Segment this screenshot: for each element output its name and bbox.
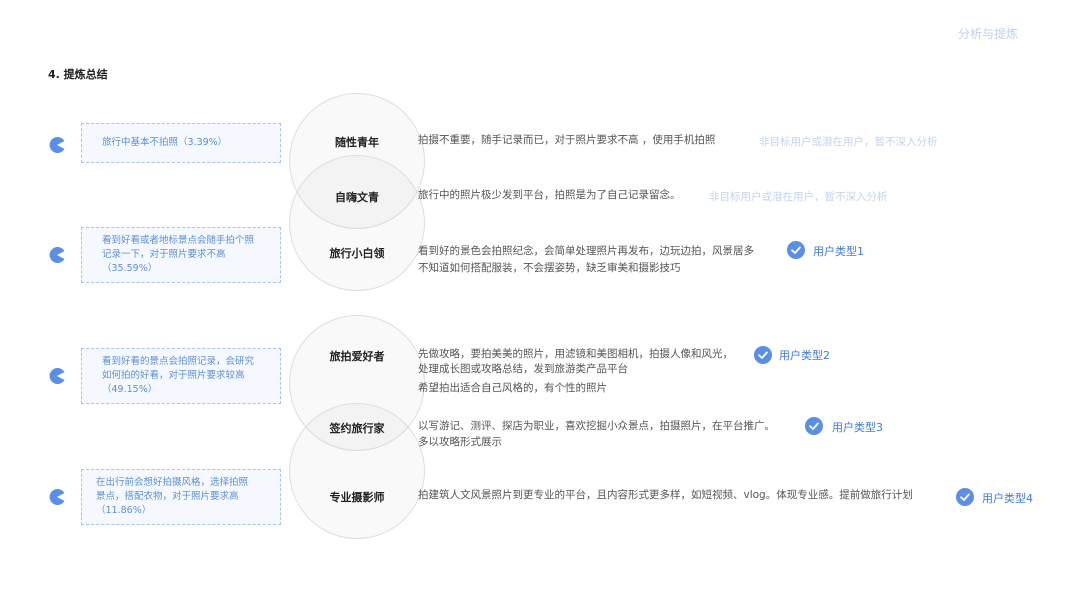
callout-line: （11.86%）: [96, 505, 152, 516]
user-type-label: 用户类型3: [832, 421, 883, 434]
pacman-icon: [49, 137, 65, 153]
category-random-youth: 随性青年: [335, 136, 379, 149]
category-travel-lover: 旅拍爱好者: [329, 350, 385, 363]
check-circle-icon: [754, 346, 772, 364]
callout-line: 看到好看或者地标景点会随手拍个照: [102, 235, 255, 246]
callout-line: 看到好看的景点会拍照记录，会研究: [102, 356, 255, 367]
non-target-note: 非目标用户或潜在用户，暂不深入分析: [709, 191, 888, 203]
description-line: 拍建筑人文风景照片到更专业的平台，且内容形式更多样，如短视频、vlog。体现专业…: [418, 489, 913, 501]
user-type-label: 用户类型4: [982, 492, 1033, 505]
callout-line: 景点，搭配衣物，对于照片要求高: [96, 491, 239, 502]
callout-careful-photo: 看到好看的景点会拍照记录，会研究 如何拍的好看，对于照片要求较高 （49.15%…: [81, 348, 281, 404]
callout-line: 旅行中基本不拍照（3.39%）: [102, 137, 228, 148]
description-line: 多以攻略形式展示: [418, 436, 502, 448]
category-signed-traveler: 签约旅行家: [329, 422, 385, 435]
callout-line: 记录一下，对于照片要求不高: [102, 249, 226, 260]
callout-line: （35.59%）: [102, 263, 158, 274]
callout-line: 如何拍的好看，对于照片要求较高: [102, 370, 245, 381]
category-self-artsy: 自嗨文青: [335, 191, 379, 204]
description-line: 不知道如何搭配服装，不会摆姿势，缺乏审美和摄影技巧: [418, 262, 681, 274]
user-type-label: 用户类型1: [813, 245, 864, 258]
page-title: 4. 提炼总结: [48, 68, 108, 81]
section-tag: 分析与提炼: [958, 27, 1019, 41]
category-travel-white-collar: 旅行小白领: [329, 247, 385, 260]
description-line: 拍摄不重要，随手记录而已，对于照片要求不高 ，使用手机拍照: [418, 134, 716, 146]
callout-rarely-photo: 旅行中基本不拍照（3.39%）: [81, 123, 281, 163]
check-circle-icon: [956, 488, 974, 506]
callout-line: （49.15%）: [102, 384, 158, 395]
pacman-icon: [49, 368, 65, 384]
check-circle-icon: [805, 417, 823, 435]
pacman-icon: [49, 489, 65, 505]
description-line: 处理成长图或攻略总结，发到旅游类产品平台: [418, 363, 628, 375]
description-line: 希望拍出适合自己风格的，有个性的照片: [418, 382, 607, 394]
check-circle-icon: [787, 241, 805, 259]
callout-line: 在出行前会想好拍摄风格，选择拍照: [96, 477, 249, 488]
description-line: 看到好的景色会拍照纪念，会简单处理照片再发布，边玩边拍，风景居多: [418, 245, 754, 257]
non-target-note: 非目标用户或潜在用户，暂不深入分析: [759, 136, 938, 148]
category-pro-photographer: 专业摄影师: [329, 491, 385, 504]
circle-self-artsy: [289, 155, 425, 291]
callout-planned-photo: 在出行前会想好拍摄风格，选择拍照 景点，搭配衣物，对于照片要求高 （11.86%…: [81, 469, 281, 525]
description-line: 以写游记、测评、探店为职业，喜欢挖掘小众景点，拍摄照片，在平台推广。: [418, 420, 775, 432]
description-line: 旅行中的照片极少发到平台，拍照是为了自己记录留念。: [418, 189, 681, 201]
callout-casual-photo: 看到好看或者地标景点会随手拍个照 记录一下，对于照片要求不高 （35.59%）: [81, 227, 281, 283]
pacman-icon: [49, 247, 65, 263]
user-type-label: 用户类型2: [779, 349, 830, 362]
